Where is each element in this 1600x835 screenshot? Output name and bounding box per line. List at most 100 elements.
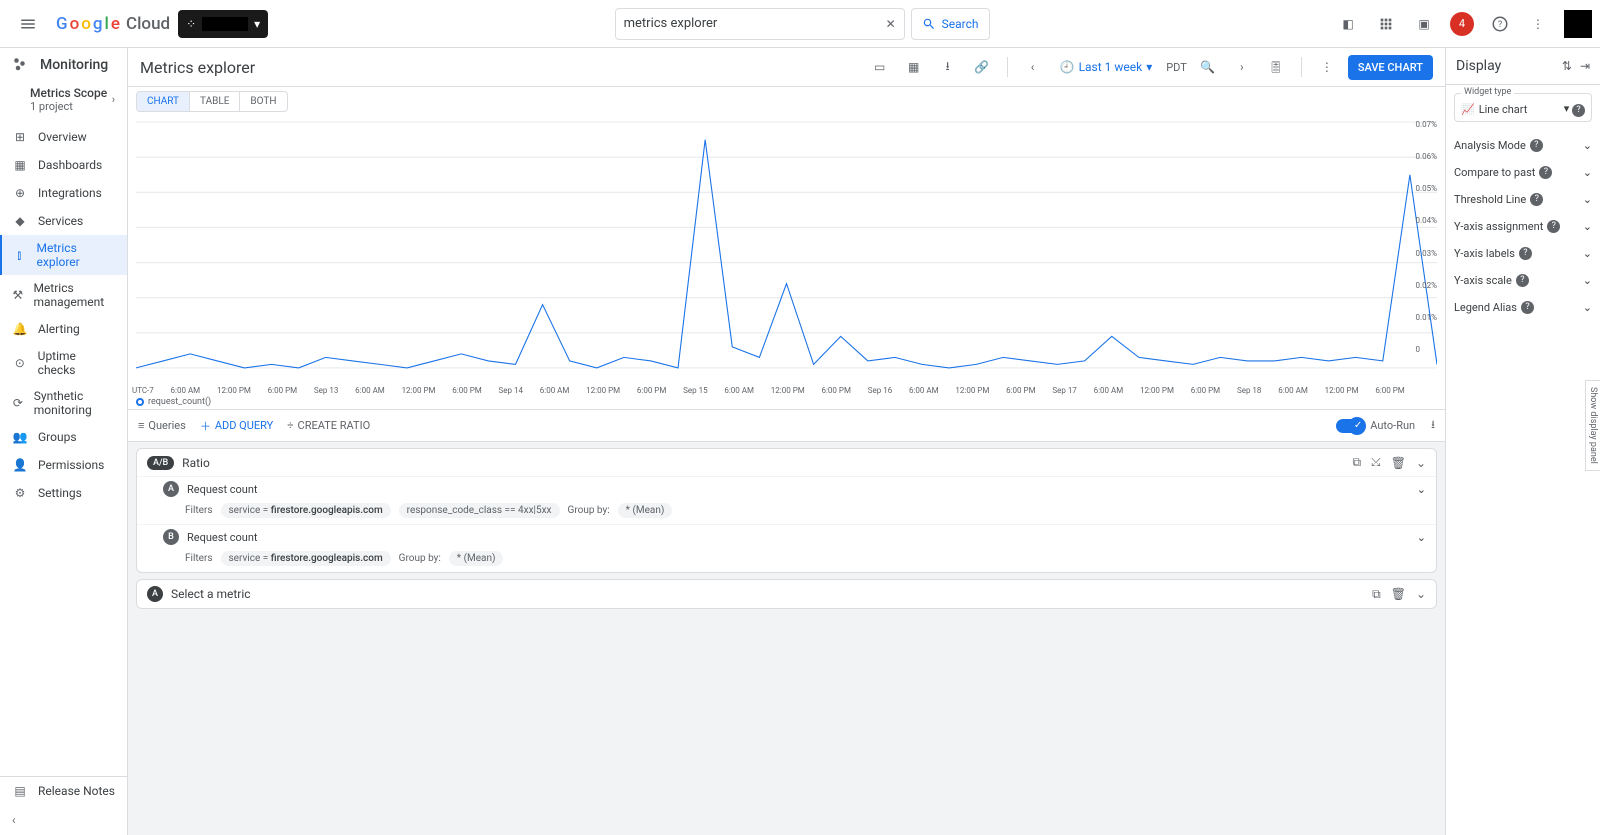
show-display-panel-tab[interactable]: Show display panel bbox=[1585, 380, 1600, 471]
release-icon: ▤ bbox=[12, 783, 28, 799]
groupby-chip-a[interactable]: * (Mean) bbox=[618, 503, 673, 518]
search-box[interactable]: ✕ bbox=[615, 8, 905, 40]
help-icon[interactable]: ? bbox=[1521, 301, 1534, 314]
expand-icon[interactable]: ⌄ bbox=[1416, 456, 1426, 470]
create-ratio-button[interactable]: ÷ CREATE RATIO bbox=[287, 419, 370, 432]
sidebar-item-settings[interactable]: ⚙Settings bbox=[0, 479, 127, 507]
help-icon[interactable]: ? bbox=[1539, 166, 1552, 179]
sidebar-item-services[interactable]: ◆Services bbox=[0, 207, 127, 235]
groupby-chip-b[interactable]: * (Mean) bbox=[449, 551, 504, 566]
search-button[interactable]: Search bbox=[911, 8, 990, 40]
clear-icon[interactable]: ✕ bbox=[886, 17, 896, 31]
line-chart[interactable] bbox=[136, 120, 1437, 370]
display-section-threshold-line[interactable]: Threshold Line ?⌄ bbox=[1454, 186, 1592, 213]
help-icon[interactable]: ? bbox=[1572, 104, 1585, 117]
widget-type-select[interactable]: Widget type 📈Line chart▾ ? bbox=[1454, 93, 1592, 122]
expand-a-icon[interactable]: ⌄ bbox=[1417, 483, 1426, 496]
display-section-y-axis-scale[interactable]: Y-axis scale ?⌄ bbox=[1454, 267, 1592, 294]
copy-new-icon[interactable]: ⧉ bbox=[1372, 587, 1381, 602]
sidebar-item-synthetic-monitoring[interactable]: ⟳Synthetic monitoring bbox=[0, 383, 127, 423]
sidebar-item-permissions[interactable]: 👤Permissions bbox=[0, 451, 127, 479]
nav-icon: 👥 bbox=[12, 429, 28, 445]
select-metric[interactable]: Select a metric bbox=[171, 587, 251, 601]
expand-vert-icon[interactable]: ⇅ bbox=[1562, 59, 1572, 73]
sidebar-item-metrics-explorer[interactable]: ⫾Metrics explorer bbox=[0, 235, 127, 275]
search-icon bbox=[922, 17, 936, 31]
help-icon[interactable]: ? bbox=[1530, 139, 1543, 152]
split-icon[interactable]: ⤩ bbox=[1371, 455, 1381, 470]
save-chart-button[interactable]: SAVE CHART bbox=[1348, 55, 1433, 80]
grid-view-icon[interactable]: ▦ bbox=[901, 54, 927, 80]
settings-icon[interactable]: 🎚 bbox=[1263, 54, 1289, 80]
chart-view-icon[interactable]: ▭ bbox=[867, 54, 893, 80]
help-icon[interactable]: ? bbox=[1519, 247, 1532, 260]
tab-table[interactable]: TABLE bbox=[190, 92, 240, 111]
notifications-badge[interactable]: 4 bbox=[1450, 12, 1474, 36]
sidebar-item-overview[interactable]: ⊞Overview bbox=[0, 123, 127, 151]
sidebar-item-uptime-checks[interactable]: ⊙Uptime checks bbox=[0, 343, 127, 383]
chevron-down-icon: ⌄ bbox=[1583, 301, 1592, 314]
auto-run-toggle[interactable]: ✓ bbox=[1336, 419, 1364, 433]
display-section-legend-alias[interactable]: Legend Alias ?⌄ bbox=[1454, 294, 1592, 321]
sidebar-item-metrics-management[interactable]: ⚒Metrics management bbox=[0, 275, 127, 315]
download-icon[interactable]: ⭳ bbox=[935, 54, 961, 80]
chevron-right-icon: › bbox=[112, 93, 115, 106]
project-picker[interactable]: ⁘ ▾ bbox=[178, 10, 268, 38]
apps-icon[interactable] bbox=[1374, 12, 1398, 36]
sidebar-item-groups[interactable]: 👥Groups bbox=[0, 423, 127, 451]
next-icon[interactable]: › bbox=[1229, 54, 1255, 80]
new-query-badge: A bbox=[147, 586, 163, 602]
help-icon[interactable]: ? bbox=[1516, 274, 1529, 287]
expand-new-icon[interactable]: ⌄ bbox=[1416, 587, 1426, 601]
chevron-down-icon: ⌄ bbox=[1583, 193, 1592, 206]
view-mode-tabs: CHART TABLE BOTH bbox=[136, 91, 288, 112]
sidebar-item-alerting[interactable]: 🔔Alerting bbox=[0, 315, 127, 343]
link-icon[interactable]: 🔗 bbox=[969, 54, 995, 80]
prev-icon[interactable]: ‹ bbox=[1020, 54, 1046, 80]
nav-icon: ⊕ bbox=[12, 185, 28, 201]
gift-icon[interactable]: ◧ bbox=[1336, 12, 1360, 36]
zoom-icon[interactable]: 🔍 bbox=[1195, 54, 1221, 80]
display-section-compare-to-past[interactable]: Compare to past ?⌄ bbox=[1454, 159, 1592, 186]
filter-chip-service-a[interactable]: service = firestore.googleapis.com bbox=[221, 503, 391, 518]
nav-icon: ◆ bbox=[12, 213, 28, 229]
metrics-scope[interactable]: Metrics Scope 1 project › bbox=[0, 82, 127, 123]
chart-area: 0.07%0.06%0.05%0.04%0.03%0.02%0.01%0 bbox=[128, 116, 1445, 386]
display-section-analysis-mode[interactable]: Analysis Mode ?⌄ bbox=[1454, 132, 1592, 159]
search-input[interactable] bbox=[624, 16, 880, 31]
google-cloud-logo[interactable]: GoogleCloud bbox=[56, 14, 170, 34]
nav-icon: 🔔 bbox=[12, 321, 28, 337]
collapse-queries-icon[interactable]: ⭳ bbox=[1431, 416, 1435, 435]
nav-icon: ⟳ bbox=[12, 395, 24, 411]
more-icon[interactable]: ⋮ bbox=[1526, 12, 1550, 36]
sidebar-item-dashboards[interactable]: ▦Dashboards bbox=[0, 151, 127, 179]
tab-both[interactable]: BOTH bbox=[240, 92, 286, 111]
collapse-sidebar[interactable]: ‹ bbox=[0, 805, 127, 835]
chevron-down-icon: ⌄ bbox=[1583, 166, 1592, 179]
delete-new-icon[interactable]: 🗑 bbox=[1391, 587, 1406, 601]
display-panel-title: Display bbox=[1456, 58, 1501, 74]
query-b-row[interactable]: B Request count ⌄ bbox=[137, 524, 1436, 549]
cloudshell-icon[interactable]: ▣ bbox=[1412, 12, 1436, 36]
display-section-y-axis-assignment[interactable]: Y-axis assignment ?⌄ bbox=[1454, 213, 1592, 240]
help-icon[interactable]: ? bbox=[1530, 193, 1543, 206]
time-range-picker[interactable]: 🕘Last 1 week▾ bbox=[1054, 54, 1159, 80]
query-a-row[interactable]: A Request count ⌄ bbox=[137, 476, 1436, 501]
help-icon[interactable]: ? bbox=[1547, 220, 1560, 233]
release-notes[interactable]: ▤Release Notes bbox=[0, 777, 127, 805]
add-query-button[interactable]: ＋ ADD QUERY bbox=[200, 418, 273, 434]
menu-button[interactable] bbox=[8, 4, 48, 44]
account-avatar[interactable] bbox=[1564, 10, 1592, 38]
delete-icon[interactable]: 🗑 bbox=[1391, 456, 1406, 470]
collapse-panel-icon[interactable]: ⇥ bbox=[1580, 59, 1590, 73]
more-vert-icon[interactable]: ⋮ bbox=[1314, 54, 1340, 80]
display-section-y-axis-labels[interactable]: Y-axis labels ?⌄ bbox=[1454, 240, 1592, 267]
copy-icon[interactable]: ⧉ bbox=[1353, 455, 1362, 470]
filter-chip-service-b[interactable]: service = firestore.googleapis.com bbox=[221, 551, 391, 566]
line-chart-icon: 📈 bbox=[1461, 103, 1475, 116]
tab-chart[interactable]: CHART bbox=[137, 92, 190, 111]
help-icon[interactable]: ? bbox=[1488, 12, 1512, 36]
expand-b-icon[interactable]: ⌄ bbox=[1417, 531, 1426, 544]
sidebar-item-integrations[interactable]: ⊕Integrations bbox=[0, 179, 127, 207]
filter-chip-response-code[interactable]: response_code_class == 4xx|5xx bbox=[399, 503, 560, 518]
